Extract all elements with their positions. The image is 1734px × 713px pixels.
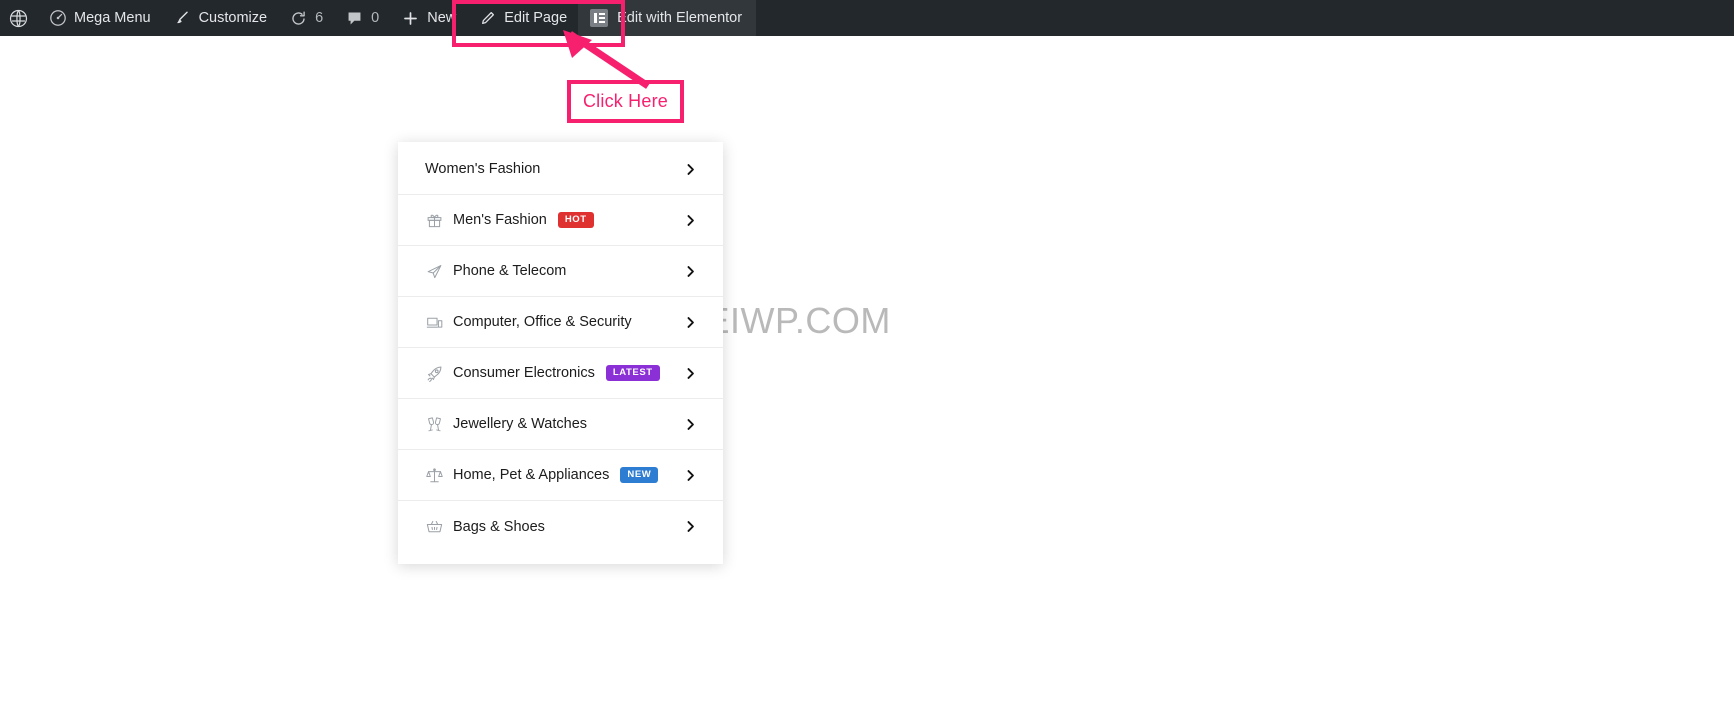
admin-bar-item-mega-menu[interactable]: Mega Menu: [37, 0, 162, 36]
paintbrush-icon: [173, 9, 192, 28]
admin-bar-label-customize: Customize: [198, 10, 268, 26]
menu-item-label: Bags & Shoes: [453, 518, 545, 535]
annotation-callout-box: Click Here: [567, 80, 684, 123]
menu-item-badge: NEW: [620, 467, 659, 483]
admin-bar-item-edit-with-elementor[interactable]: Edit with Elementor: [578, 0, 757, 36]
paper-plane-icon: [425, 262, 444, 281]
admin-bar-label-mega-menu: Mega Menu: [74, 10, 151, 26]
menu-item-womens-fashion[interactable]: Women's Fashion: [398, 144, 723, 195]
menu-item-label: Women's Fashion: [425, 161, 541, 177]
menu-item-label: Jewellery & Watches: [453, 416, 588, 432]
chevron-right-icon[interactable]: [683, 162, 697, 176]
basket-icon: [425, 517, 444, 536]
rocket-icon: [425, 364, 444, 383]
admin-bar-item-comments[interactable]: 0: [334, 0, 390, 36]
menu-item-mens-fashion[interactable]: Men's Fashion HOT: [398, 195, 723, 246]
menu-item-computer-office-security[interactable]: Computer, Office & Security: [398, 297, 723, 348]
wp-admin-bar: Mega Menu Customize 6 0 New Edit Page Ed…: [0, 0, 1734, 36]
champagne-glasses-icon: [425, 415, 444, 434]
admin-bar-updates-count: 6: [315, 10, 324, 26]
menu-item-bags-shoes[interactable]: Bags & Shoes: [398, 501, 723, 552]
wordpress-icon: [9, 9, 28, 28]
chevron-right-icon[interactable]: [683, 468, 697, 482]
menu-item-consumer-electronics[interactable]: Consumer Electronics LATEST: [398, 348, 723, 399]
menu-item-label: Computer, Office & Security: [453, 314, 632, 330]
chevron-right-icon[interactable]: [683, 366, 697, 380]
menu-item-label: Consumer Electronics: [453, 365, 595, 381]
admin-bar-item-updates[interactable]: 6: [278, 0, 334, 36]
admin-bar-item-edit-page[interactable]: Edit Page: [467, 0, 578, 36]
admin-bar-label-new: New: [427, 10, 457, 26]
chevron-right-icon[interactable]: [683, 264, 697, 278]
mega-menu-panel: Women's Fashion Men's Fashion HOT Phone …: [398, 142, 723, 564]
dashboard-icon: [48, 9, 67, 28]
plus-icon: [401, 9, 420, 28]
admin-bar-comments-count: 0: [371, 10, 380, 26]
menu-item-badge: HOT: [557, 212, 594, 228]
update-icon: [289, 9, 308, 28]
admin-bar-item-customize[interactable]: Customize: [162, 0, 279, 36]
menu-item-badge: LATEST: [605, 365, 660, 381]
elementor-icon: [590, 9, 609, 27]
gift-icon: [425, 211, 444, 230]
chevron-right-icon[interactable]: [683, 417, 697, 431]
laptop-icon: [425, 313, 444, 332]
menu-item-label: Men's Fashion: [453, 212, 547, 228]
menu-item-label: Phone & Telecom: [453, 263, 567, 279]
pencil-icon: [478, 9, 497, 28]
menu-item-phone-telecom[interactable]: Phone & Telecom: [398, 246, 723, 297]
admin-bar-item-new[interactable]: New: [390, 0, 467, 36]
chevron-right-icon[interactable]: [683, 213, 697, 227]
menu-item-home-pet-appliances[interactable]: Home, Pet & Appliances NEW: [398, 450, 723, 501]
admin-bar-label-edit-page: Edit Page: [504, 10, 568, 26]
admin-bar-label-edit-with-elementor: Edit with Elementor: [617, 10, 743, 26]
comment-icon: [345, 9, 364, 28]
annotation-callout-label: Click Here: [582, 91, 668, 111]
chevron-right-icon[interactable]: [683, 315, 697, 329]
menu-item-jewellery-watches[interactable]: Jewellery & Watches: [398, 399, 723, 450]
chevron-right-icon[interactable]: [683, 520, 697, 534]
balance-scale-icon: [425, 466, 444, 485]
admin-bar-item-wp-logo[interactable]: [0, 0, 37, 36]
menu-item-label: Home, Pet & Appliances: [453, 467, 610, 483]
